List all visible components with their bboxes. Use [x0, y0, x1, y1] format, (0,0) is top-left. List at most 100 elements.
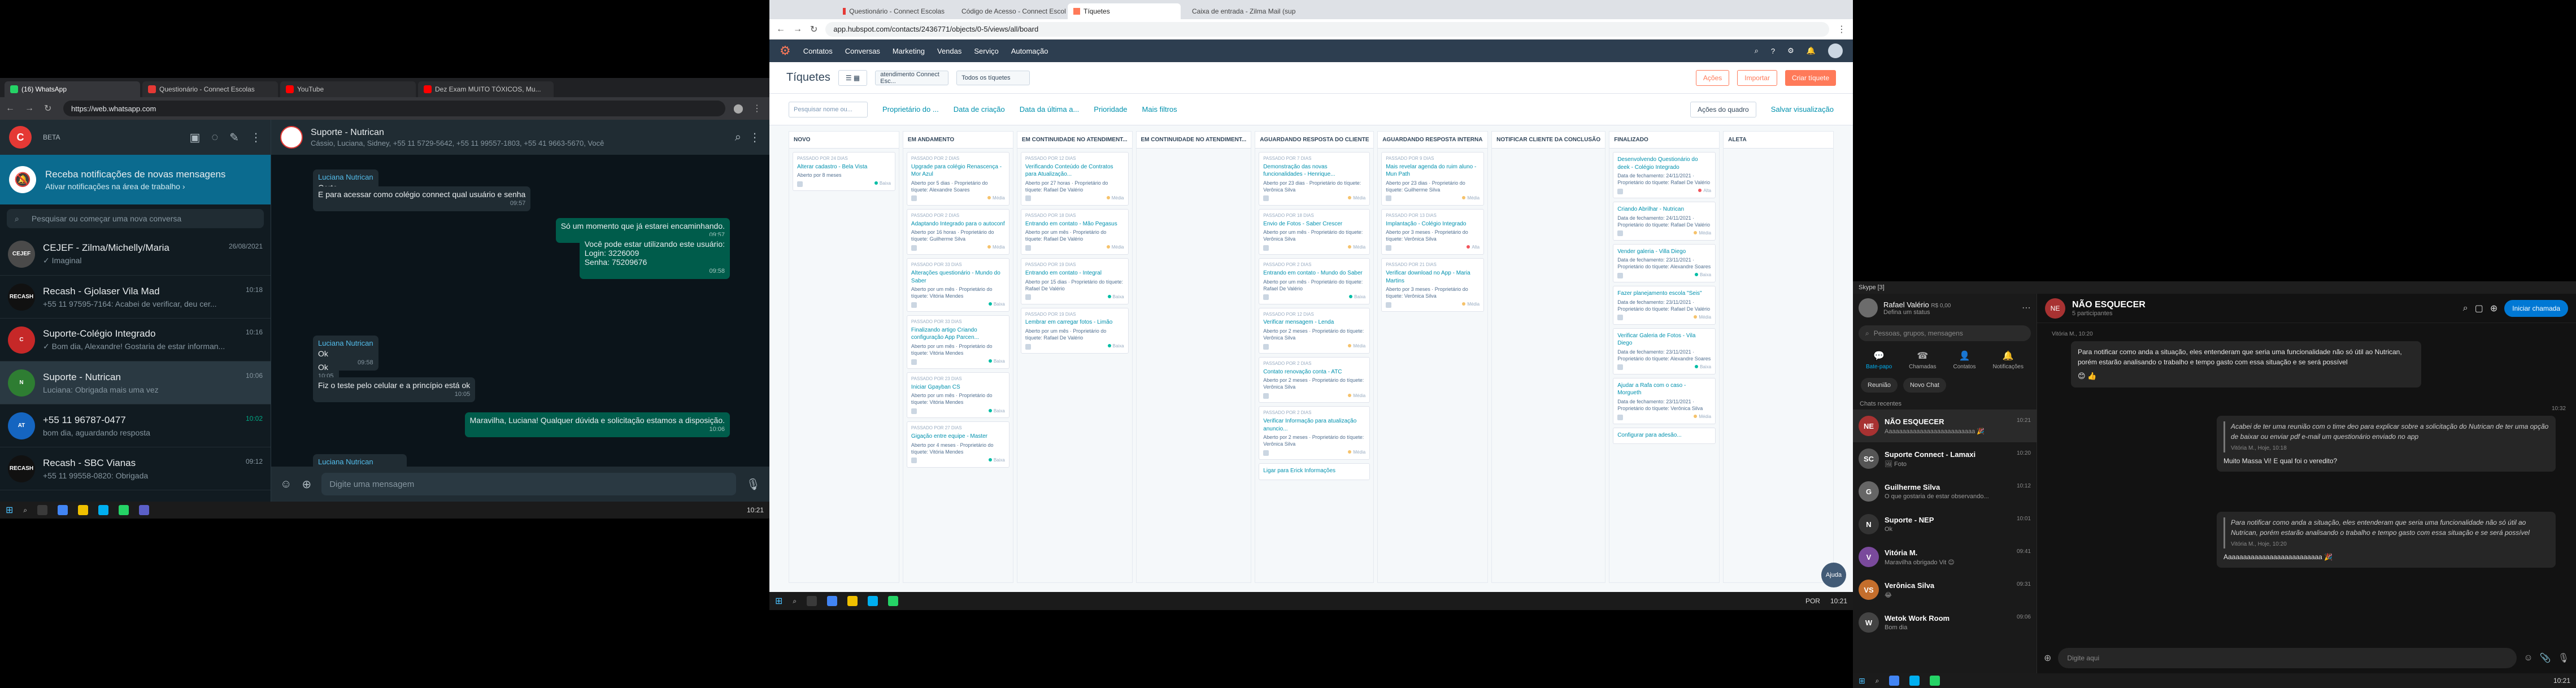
ticket-card[interactable]: PASSADO POR 23 DIAS Iniciar Gpayban CS Abe… [906, 372, 1009, 419]
back-icon[interactable]: ← [776, 24, 785, 34]
ticket-card[interactable]: PASSADO POR 27 DIAS Gigação entre equipe … [906, 421, 1009, 468]
nav-item[interactable]: Serviço [974, 47, 998, 55]
chat-list-item[interactable]: RECASH Recash - SBC Vianas 09:12 +55 11 995… [0, 447, 271, 490]
ticket-title[interactable]: Verificar download no App - Maria Martin… [1386, 269, 1480, 285]
chat-list-item[interactable]: N Suporte - Nutrican 10:06 Luciana: Obrigad… [0, 362, 271, 404]
ticket-card[interactable]: PASSADO POR 2 DIAS Entrando em contato - … [1259, 258, 1370, 304]
ticket-title[interactable]: Fazer planejamento escola "Seis" [1617, 290, 1711, 298]
ticket-title[interactable]: Gigação entre equipe - Master [911, 433, 1005, 441]
search-input[interactable]: ⌕ Pesquisar ou começar uma nova conversa [7, 209, 264, 228]
ticket-card[interactable]: PASSADO POR 19 DIAS Entrando em contato -… [1020, 258, 1129, 304]
reload-icon[interactable]: ↻ [810, 24, 817, 35]
url-field[interactable]: https://web.whatsapp.com [63, 101, 725, 116]
avatar[interactable]: RECASH [8, 455, 35, 482]
ticket-card[interactable]: PASSADO POR 2 DIAS Contato renovação cont… [1259, 357, 1370, 403]
column-header[interactable]: EM CONTINUIDADE NO ATENDIMENT... [1136, 132, 1251, 149]
teams-icon[interactable] [139, 505, 150, 515]
profile-header[interactable]: Rafael Valério R$ 0,00 Defina um status … [1853, 294, 2037, 322]
column-header[interactable]: ALETA [1724, 132, 1834, 149]
ticket-card[interactable]: Criando Abrilhar - Nutrican Data de fecha… [1613, 202, 1716, 241]
actions-button[interactable]: Ações [1695, 69, 1730, 86]
search-icon[interactable]: ⌕ [23, 506, 27, 515]
ticket-title[interactable]: Upgrade para colégio Renascença - Mor Az… [911, 163, 1005, 178]
nav-item[interactable]: Conversas [845, 47, 880, 55]
column-header[interactable]: EM ANDAMENTO [903, 132, 1013, 149]
chat-list-item[interactable]: W Wetok Work Room 09:06 Bom dia [1853, 606, 2037, 639]
ticket-card[interactable]: PASSADO POR 21 DIAS Verificar download no… [1381, 258, 1485, 312]
browser-tab[interactable]: Tíquetes [1068, 3, 1181, 19]
search-icon[interactable]: ⌕ [1876, 677, 1879, 685]
add-icon[interactable]: ⊕ [2044, 652, 2051, 664]
column-header[interactable]: AGUARDANDO RESPOSTA DO CLIENTE [1255, 132, 1374, 149]
url-field[interactable]: app.hubspot.com/contacts/2436771/objects… [825, 21, 1829, 37]
chat-list-item[interactable]: RECASH Recash - Gjolaser Vila Mad 10:18 +55… [0, 276, 271, 319]
avatar[interactable]: W [1859, 612, 1879, 633]
ticket-title[interactable]: Finalizando artigo Criando configuração … [911, 326, 1005, 342]
message-bubble[interactable]: Você pode estar utilizando este usuário:… [579, 236, 730, 279]
column-header[interactable]: NOTIFICAR CLIENTE DA CONCLUSÃO [1492, 132, 1605, 149]
skype-icon[interactable] [868, 596, 878, 606]
nav-item[interactable]: Automação [1011, 47, 1048, 55]
emoji-icon[interactable]: ☺ [280, 478, 291, 491]
menu-icon[interactable]: ⋮ [1837, 24, 1846, 35]
column-header[interactable]: NOVO [789, 132, 899, 149]
meet-now-button[interactable]: Reunião [1861, 378, 1898, 393]
avatar[interactable]: C [8, 326, 35, 354]
chat-list-item[interactable]: C Suporte-Colégio Integrado 10:16 ✓ Bom dia… [0, 319, 271, 362]
avatar[interactable]: NE [1859, 416, 1879, 436]
nav-item[interactable]: Contatos [803, 47, 833, 55]
attach-icon[interactable]: 📎 [2540, 652, 2551, 664]
message-bubble[interactable]: Fiz o teste pelo celular e a princípio e… [313, 377, 476, 402]
chat-list-item[interactable]: AT +55 11 96787-0477 10:02 bom dia, aguarda… [0, 404, 271, 447]
ticket-title[interactable]: Implantação - Colégio Integrado [1386, 220, 1480, 228]
browser-tab[interactable]: YouTube [280, 81, 416, 97]
reaction-emoji-icon[interactable]: 😊 👍 [2078, 371, 2414, 382]
back-icon[interactable]: ← [6, 103, 17, 114]
group-avatar[interactable]: NE [2045, 298, 2065, 319]
ticket-card[interactable]: PASSADO POR 2 DIAS Upgrade para colégio R… [906, 152, 1009, 206]
whatsapp-icon[interactable] [119, 505, 129, 515]
ticket-title[interactable]: Verificando Conteúdo de Contratos para A… [1025, 163, 1124, 178]
ticket-title[interactable]: Demonstração das novas funcionalidades -… [1263, 163, 1365, 178]
pipeline-select[interactable]: atendimento Connect Esc... [875, 70, 949, 85]
ticket-card[interactable]: PASSADO POR 2 DIAS Verificar Informação p… [1259, 406, 1370, 460]
ticket-title[interactable]: Desenvolvendo Questionário do deek - Col… [1617, 156, 1711, 171]
tab-notifications[interactable]: 🔔 Notificações [1992, 350, 2023, 370]
more-icon[interactable]: ⋯ [2022, 302, 2031, 313]
create-ticket-button[interactable]: Criar tíquete [1785, 69, 1836, 86]
avatar[interactable]: RECASH [8, 283, 35, 311]
microphone-icon[interactable]: 🎙 [746, 477, 760, 491]
ticket-title[interactable]: Mais revelar agenda do ruim aluno - Mun … [1386, 163, 1480, 178]
conversation-name[interactable]: NÃO ESQUECER [2072, 300, 2456, 310]
emoji-icon[interactable]: ☺ [2523, 653, 2533, 663]
tab-contacts[interactable]: 👤 Contatos [1953, 350, 1975, 370]
avatar[interactable]: AT [8, 412, 35, 439]
windows-start-icon[interactable]: ⊞ [775, 595, 782, 607]
browser-tab[interactable]: Questionário - Connect Escolas [142, 81, 278, 97]
settings-icon[interactable]: ⚙ [1787, 46, 1794, 55]
whatsapp-icon[interactable] [888, 596, 899, 606]
ticket-card[interactable]: Desenvolvendo Questionário do deek - Col… [1613, 152, 1716, 199]
message-bubble[interactable]: Acabei de ter uma reunião com o time deo… [2217, 416, 2556, 472]
page-title[interactable]: Tíquetes [786, 71, 830, 84]
notifications-icon[interactable]: 🔔 [1807, 46, 1816, 55]
save-view-button[interactable]: Salvar visualização [1771, 105, 1834, 114]
message-bubble[interactable]: Para notificar como anda a situação, ele… [2071, 341, 2421, 387]
tab-chats[interactable]: 💬 Bate-papo [1866, 350, 1892, 370]
forward-icon[interactable]: → [793, 24, 802, 34]
search-input[interactable]: ⌕ Pessoas, grupos, mensagens [1859, 325, 2031, 341]
ticket-title[interactable]: Ajudar a Rafa com o caso - Morgueth [1617, 382, 1711, 397]
whatsapp-icon[interactable] [1930, 676, 1940, 686]
conversation-header[interactable]: Suporte - Nutrican Cássio, Luciana, Sidn… [271, 120, 769, 155]
task-view-icon[interactable] [807, 596, 817, 606]
chat-list-item[interactable]: N Suporte - NEP 10:01 Ok [1853, 508, 2037, 541]
hubspot-logo-icon[interactable]: ⚙ [780, 43, 791, 58]
search-input[interactable]: Pesquisar nome ou... [789, 101, 868, 117]
ticket-title[interactable]: Contato renovação conta - ATC [1263, 368, 1365, 376]
browser-tab[interactable]: Questionário - Connect Escolas [837, 3, 950, 19]
search-icon[interactable]: ⌕ [2463, 303, 2468, 313]
ticket-title[interactable]: Verificar Galeria de Fotos - Vila Diego [1617, 332, 1711, 347]
recent-chats-label[interactable]: Chats recentes [1853, 395, 2037, 410]
filter-created[interactable]: Data de criação [954, 105, 1005, 114]
chrome-icon[interactable] [1889, 676, 1900, 686]
